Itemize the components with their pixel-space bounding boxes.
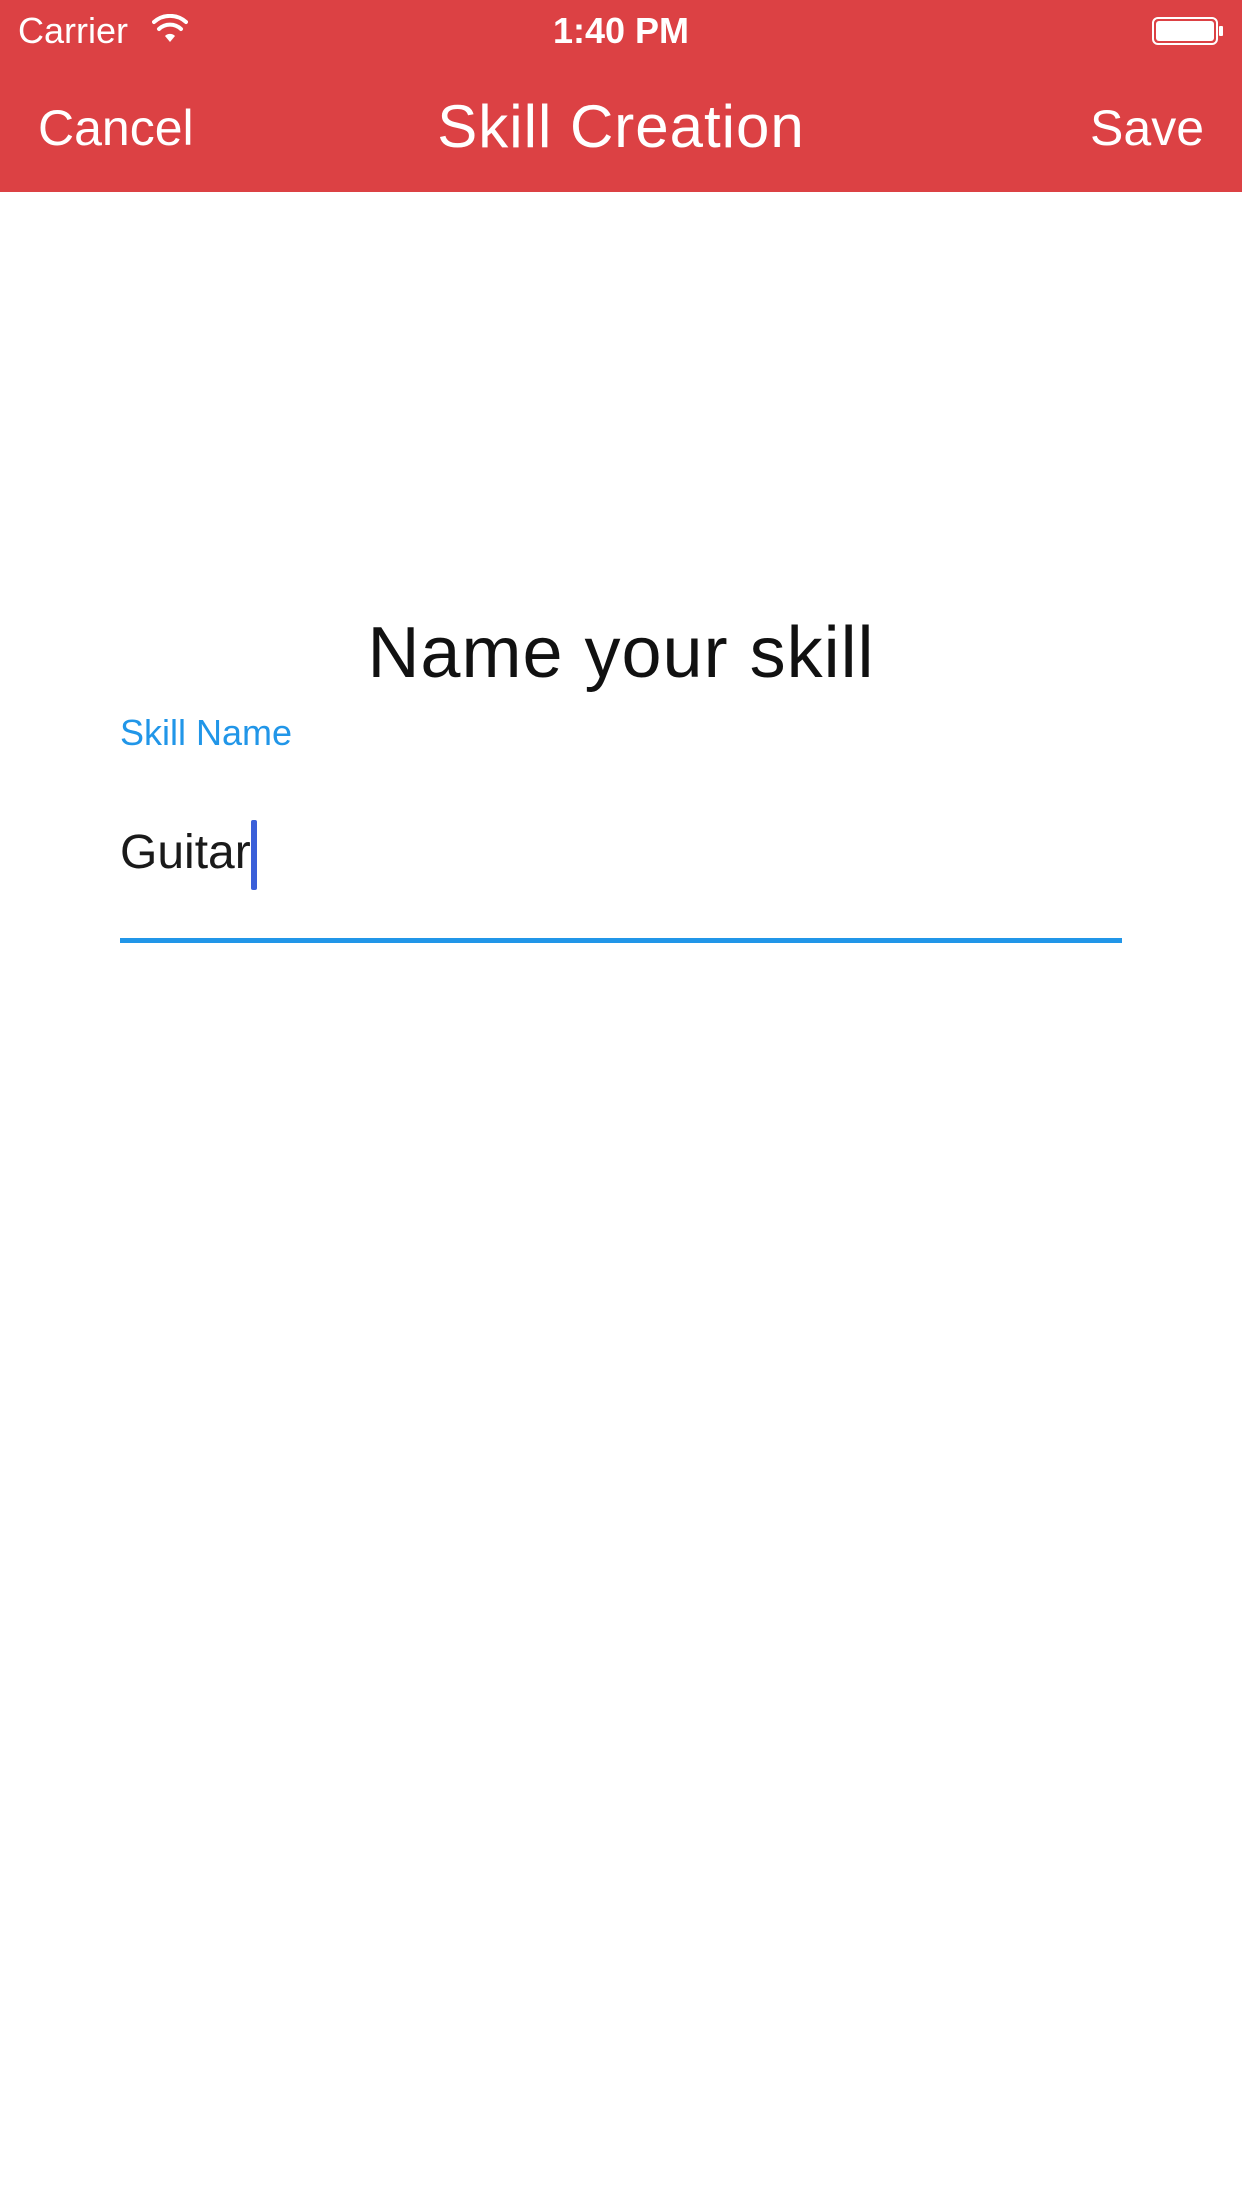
save-button[interactable]: Save [1090,98,1204,158]
skill-name-field[interactable]: Guitar [120,820,1122,900]
prompt-heading: Name your skill [367,613,875,693]
text-caret [250,820,257,890]
navigation-bar: Cancel Skill Creation Save [0,62,1242,192]
skill-name-input[interactable]: Guitar [120,820,251,886]
battery-icon [1152,16,1224,46]
status-bar: Carrier 1:40 PM [0,0,1242,62]
skill-name-label: Skill Name [120,712,293,753]
page-title: Skill Creation [437,93,805,160]
skill-name-underline [120,938,1122,943]
header: Carrier 1:40 PM Cancel Skill Creation Sa… [0,0,1242,192]
status-time: 1:40 PM [552,10,690,51]
